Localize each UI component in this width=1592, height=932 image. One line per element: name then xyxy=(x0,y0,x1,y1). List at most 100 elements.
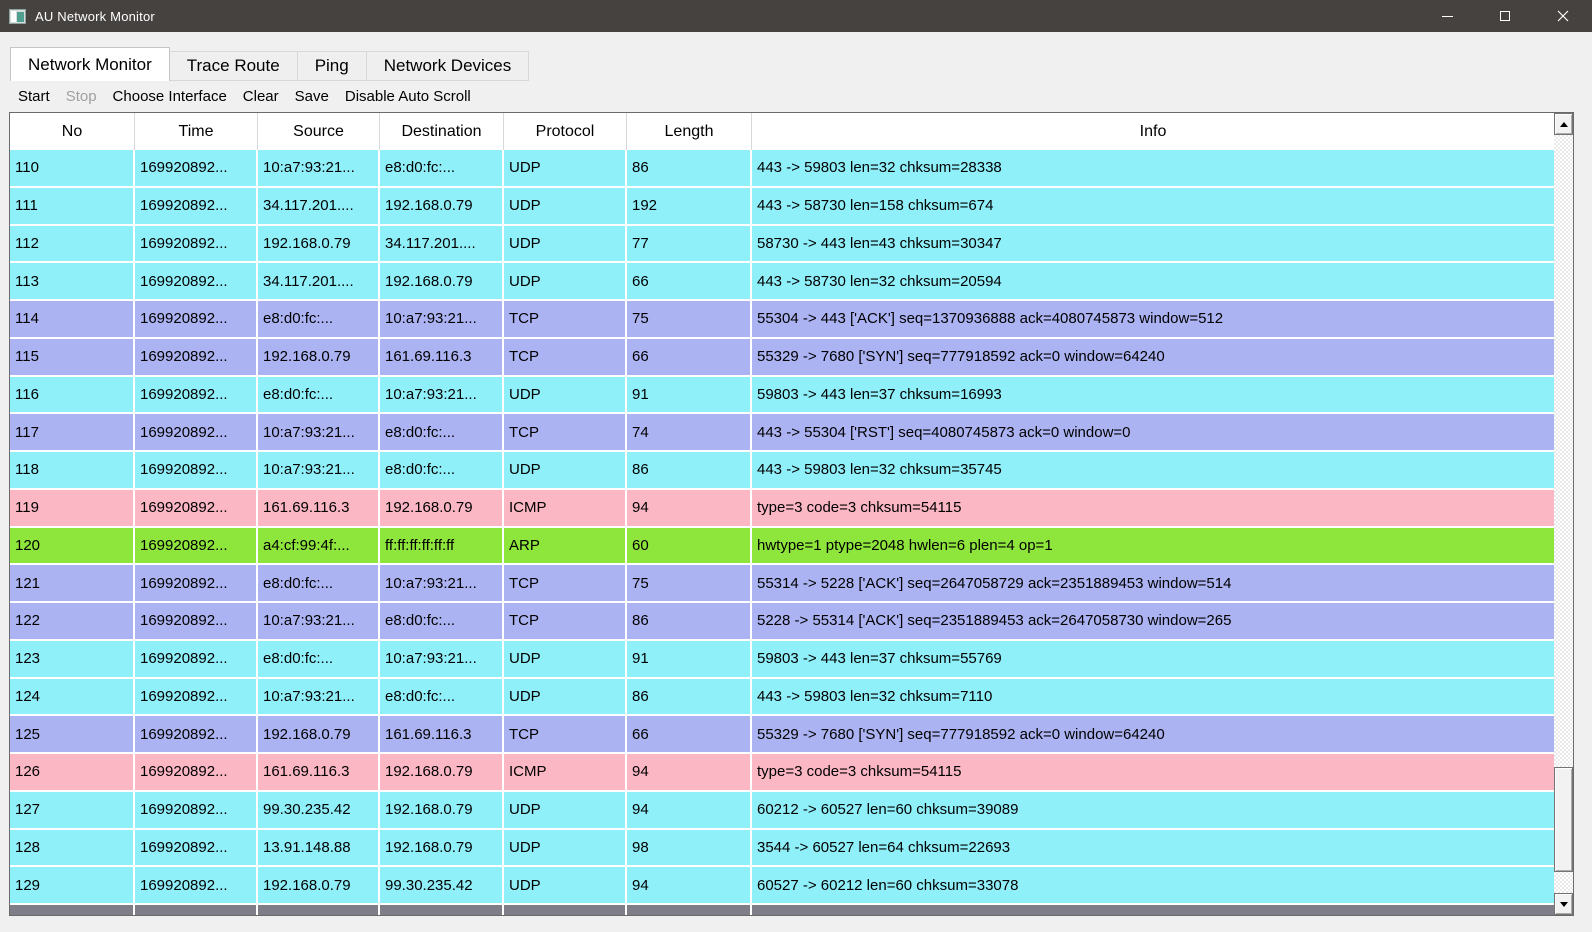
cell-time: 169920892... xyxy=(135,226,258,262)
cell-time: 169920892... xyxy=(135,452,258,488)
cell-protocol: TCP xyxy=(504,716,627,752)
cell-protocol: TCP xyxy=(504,301,627,337)
cell-length: 60 xyxy=(627,528,752,564)
cell-no: 123 xyxy=(10,641,135,677)
cell-source: e8:d0:fc:... xyxy=(258,301,380,337)
cell-info: 55329 -> 7680 ['SYN'] seq=777918592 ack=… xyxy=(752,339,1554,375)
cell-info: type=3 code=3 chksum=54115 xyxy=(752,490,1554,526)
column-header-destination[interactable]: Destination xyxy=(380,113,504,150)
cell-info: 443 -> 58730 len=158 chksum=674 xyxy=(752,188,1554,224)
cell-time: 169920892... xyxy=(135,339,258,375)
cell-protocol: UDP xyxy=(504,830,627,866)
cell-length: 91 xyxy=(627,377,752,413)
cell-no: 114 xyxy=(10,301,135,337)
cell-source: 10:a7:93:21... xyxy=(258,414,380,450)
cell-no: 128 xyxy=(10,830,135,866)
cell-no: 115 xyxy=(10,339,135,375)
cell-length: 94 xyxy=(627,867,752,903)
minimize-button[interactable] xyxy=(1418,0,1476,32)
cell-time: 169920892... xyxy=(135,867,258,903)
cell-source: 10:a7:93:21... xyxy=(258,452,380,488)
arrow-up-icon xyxy=(1560,122,1568,127)
cell-protocol: TCP xyxy=(504,603,627,639)
cell-time: 169920892... xyxy=(135,377,258,413)
cell-destination: 192.168.0.79 xyxy=(380,263,504,299)
close-button[interactable] xyxy=(1534,0,1592,32)
cell-time: 169920892... xyxy=(135,641,258,677)
cell-no: 111 xyxy=(10,188,135,224)
tab-network-devices[interactable]: Network Devices xyxy=(367,51,530,81)
cell-destination: ff:ff:ff:ff:ff:ff xyxy=(380,528,504,564)
packet-table-frame: No Time Source Destination Protocol Leng… xyxy=(9,112,1574,916)
table-row[interactable]: 128169920892...13.91.148.88192.168.0.79U… xyxy=(10,830,1554,868)
cell-destination: 192.168.0.79 xyxy=(380,830,504,866)
cell-info: 443 -> 55304 ['RST'] seq=4080745873 ack=… xyxy=(752,414,1554,450)
save-button[interactable]: Save xyxy=(287,88,337,105)
column-header-info[interactable]: Info xyxy=(752,113,1554,150)
auto-scroll-toggle[interactable]: Disable Auto Scroll xyxy=(337,88,479,105)
window-title: AU Network Monitor xyxy=(35,9,155,24)
command-toolbar: Start Stop Choose Interface Clear Save D… xyxy=(10,84,479,108)
cell-no: 119 xyxy=(10,490,135,526)
stop-button[interactable]: Stop xyxy=(58,88,105,105)
table-row[interactable]: 115169920892...192.168.0.79161.69.116.3T… xyxy=(10,339,1554,377)
scroll-up-button[interactable] xyxy=(1554,113,1573,135)
cell-no: 118 xyxy=(10,452,135,488)
table-row[interactable]: 114169920892...e8:d0:fc:...10:a7:93:21..… xyxy=(10,301,1554,339)
table-row[interactable]: 129169920892...192.168.0.7999.30.235.42U… xyxy=(10,867,1554,905)
table-row[interactable]: 125169920892...192.168.0.79161.69.116.3T… xyxy=(10,716,1554,754)
cell-no xyxy=(10,905,135,915)
table-row[interactable]: 110169920892...10:a7:93:21...e8:d0:fc:..… xyxy=(10,150,1554,188)
vertical-scrollbar[interactable] xyxy=(1554,113,1573,915)
cell-length: 86 xyxy=(627,679,752,715)
arrow-down-icon xyxy=(1560,902,1568,907)
table-row[interactable]: 124169920892...10:a7:93:21...e8:d0:fc:..… xyxy=(10,679,1554,717)
table-row[interactable]: 113169920892...34.117.201....192.168.0.7… xyxy=(10,263,1554,301)
table-row[interactable]: 127169920892...99.30.235.42192.168.0.79U… xyxy=(10,792,1554,830)
cell-time: 169920892... xyxy=(135,792,258,828)
cell-source: 13.91.148.88 xyxy=(258,830,380,866)
cell-time xyxy=(135,905,258,915)
table-row[interactable]: 117169920892...10:a7:93:21...e8:d0:fc:..… xyxy=(10,414,1554,452)
cell-info: 59803 -> 443 len=37 chksum=55769 xyxy=(752,641,1554,677)
table-row[interactable]: 126169920892...161.69.116.3192.168.0.79I… xyxy=(10,754,1554,792)
table-row[interactable]: 111169920892...34.117.201....192.168.0.7… xyxy=(10,188,1554,226)
cell-length: 75 xyxy=(627,301,752,337)
choose-interface-button[interactable]: Choose Interface xyxy=(105,88,235,105)
cell-protocol: UDP xyxy=(504,641,627,677)
cell-destination: 10:a7:93:21... xyxy=(380,377,504,413)
table-row[interactable]: 121169920892...e8:d0:fc:...10:a7:93:21..… xyxy=(10,565,1554,603)
table-row[interactable]: 118169920892...10:a7:93:21...e8:d0:fc:..… xyxy=(10,452,1554,490)
start-button[interactable]: Start xyxy=(10,88,58,105)
column-header-no[interactable]: No xyxy=(10,113,135,150)
scroll-down-button[interactable] xyxy=(1554,893,1573,915)
tab-trace-route[interactable]: Trace Route xyxy=(170,51,298,81)
cell-source: 34.117.201.... xyxy=(258,188,380,224)
tab-ping[interactable]: Ping xyxy=(298,51,367,81)
cell-source: 34.117.201.... xyxy=(258,263,380,299)
table-row[interactable]: 122169920892...10:a7:93:21...e8:d0:fc:..… xyxy=(10,603,1554,641)
cell-time: 169920892... xyxy=(135,414,258,450)
maximize-button[interactable] xyxy=(1476,0,1534,32)
cell-source: 192.168.0.79 xyxy=(258,716,380,752)
cell-info: 3544 -> 60527 len=64 chksum=22693 xyxy=(752,830,1554,866)
column-header-protocol[interactable]: Protocol xyxy=(504,113,627,150)
cell-source: 10:a7:93:21... xyxy=(258,603,380,639)
column-header-length[interactable]: Length xyxy=(627,113,752,150)
scrollbar-thumb[interactable] xyxy=(1554,767,1573,872)
cell-destination: 161.69.116.3 xyxy=(380,716,504,752)
table-row[interactable]: 119169920892...161.69.116.3192.168.0.79I… xyxy=(10,490,1554,528)
table-row[interactable]: 120169920892...a4:cf:99:4f:...ff:ff:ff:f… xyxy=(10,528,1554,566)
column-header-time[interactable]: Time xyxy=(135,113,258,150)
cell-info: 443 -> 58730 len=32 chksum=20594 xyxy=(752,263,1554,299)
table-row[interactable]: 112169920892...192.168.0.7934.117.201...… xyxy=(10,226,1554,264)
column-header-source[interactable]: Source xyxy=(258,113,380,150)
tab-network-monitor[interactable]: Network Monitor xyxy=(10,47,170,81)
clear-button[interactable]: Clear xyxy=(235,88,287,105)
partial-row[interactable] xyxy=(10,905,1554,915)
table-row[interactable]: 116169920892...e8:d0:fc:...10:a7:93:21..… xyxy=(10,377,1554,415)
cell-info: 55329 -> 7680 ['SYN'] seq=777918592 ack=… xyxy=(752,716,1554,752)
table-row[interactable]: 123169920892...e8:d0:fc:...10:a7:93:21..… xyxy=(10,641,1554,679)
cell-time: 169920892... xyxy=(135,188,258,224)
cell-destination: e8:d0:fc:... xyxy=(380,150,504,186)
